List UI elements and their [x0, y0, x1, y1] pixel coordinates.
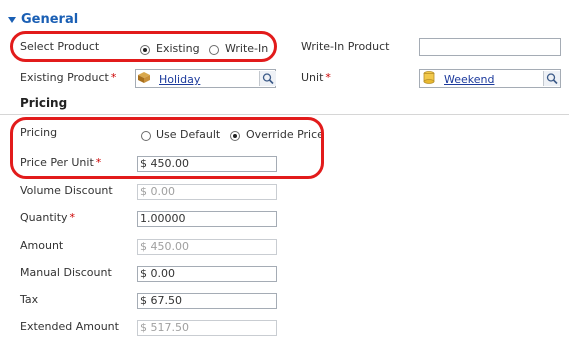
general-section-title: General: [21, 12, 79, 27]
unit-icon: [423, 71, 435, 84]
tax-input[interactable]: $ 67.50: [137, 293, 277, 309]
quantity-label: Quantity *: [20, 211, 75, 224]
manual-discount-input[interactable]: $ 0.00: [137, 266, 277, 282]
extended-amount-input: $ 517.50: [137, 320, 277, 336]
tax-label: Tax: [20, 293, 39, 306]
required-marker: *: [69, 211, 76, 224]
volume-discount-label: Volume Discount: [20, 184, 113, 197]
required-marker: *: [110, 71, 117, 84]
amount-label: Amount: [20, 239, 64, 252]
existing-product-label: Existing Product *: [20, 71, 116, 84]
write-in-product-input[interactable]: [419, 38, 561, 56]
quantity-input[interactable]: 1.00000: [137, 211, 277, 227]
unit-label-text: Unit: [301, 71, 324, 84]
required-marker: *: [325, 71, 331, 84]
existing-product-lookup[interactable]: [135, 69, 276, 88]
unit-label: Unit *: [301, 71, 331, 84]
extended-amount-label: Extended Amount: [20, 320, 119, 333]
pricing-highlight: [10, 117, 324, 179]
section-divider: [0, 114, 569, 115]
lookup-search-icon[interactable]: [259, 71, 276, 86]
amount-input: $ 450.00: [137, 239, 277, 255]
existing-product-link[interactable]: Holiday: [159, 73, 200, 86]
volume-discount-input: $ 0.00: [137, 184, 277, 200]
quantity-label-text: Quantity: [20, 211, 68, 224]
pricing-section-title: Pricing: [20, 96, 68, 110]
manual-discount-label: Manual Discount: [20, 266, 112, 279]
unit-link[interactable]: Weekend: [444, 73, 494, 86]
collapse-arrow-icon[interactable]: [8, 17, 16, 23]
unit-lookup-search-icon[interactable]: [543, 71, 560, 86]
write-in-product-label: Write-In Product: [301, 40, 390, 53]
product-icon: [138, 72, 150, 83]
existing-product-label-text: Existing Product: [20, 71, 109, 84]
select-product-highlight: [10, 31, 277, 62]
